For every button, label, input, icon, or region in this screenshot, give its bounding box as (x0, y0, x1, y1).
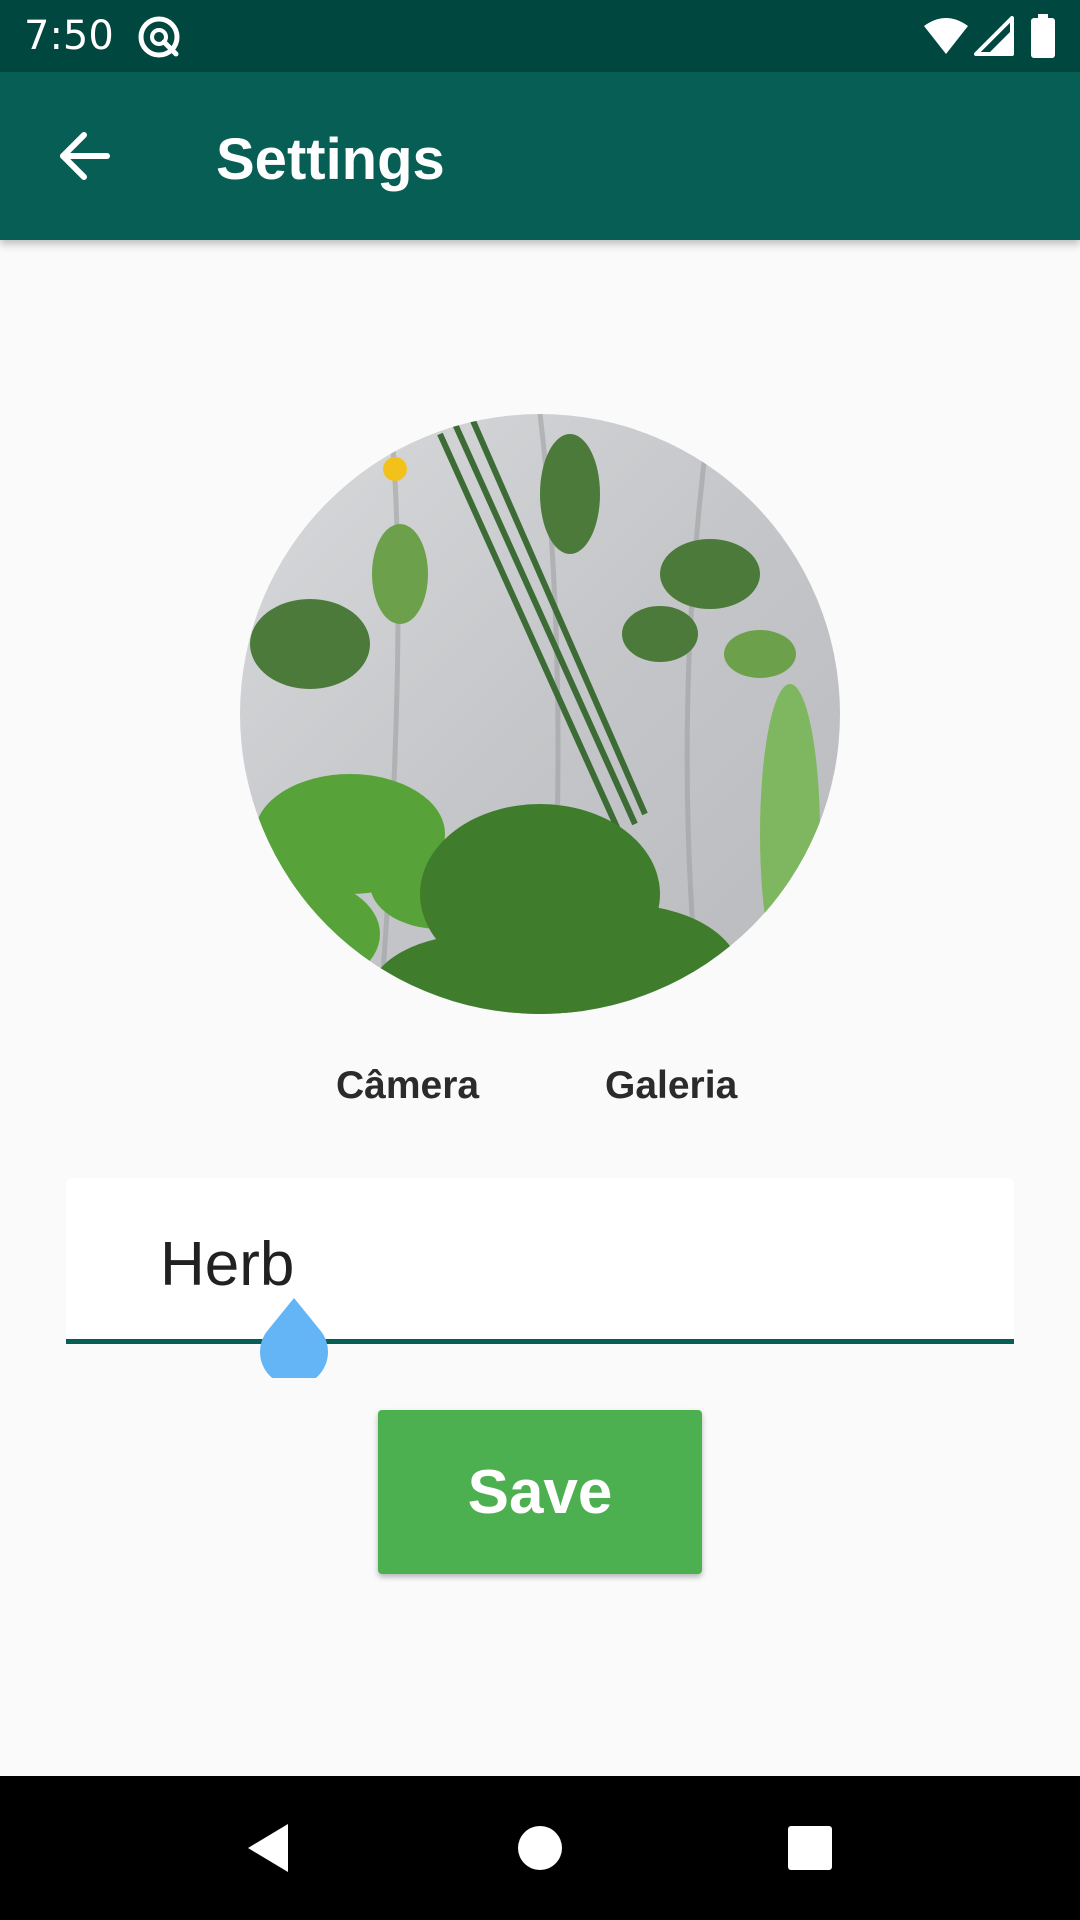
cell-signal-icon (974, 16, 1014, 56)
navigation-bar (0, 1776, 1080, 1920)
arrow-back-icon (60, 132, 110, 180)
save-button[interactable]: Save (378, 1410, 702, 1574)
page-title: Settings (216, 127, 445, 192)
plant-photo-image (240, 414, 840, 1014)
status-time: 7:50 (24, 13, 114, 59)
battery-icon (1031, 14, 1055, 58)
input-underline (66, 1339, 1014, 1344)
wifi-icon (924, 18, 968, 54)
back-button[interactable] (44, 120, 124, 192)
status-bar: 7:50 (0, 0, 1080, 72)
nav-recents-icon[interactable] (774, 1812, 846, 1884)
app-bar: Settings (0, 72, 1080, 240)
plant-photo[interactable] (240, 414, 840, 1014)
gallery-button[interactable]: Galeria (597, 1058, 745, 1114)
plant-name-field (66, 1178, 1014, 1344)
plant-name-input[interactable] (160, 1224, 980, 1304)
text-cursor-handle-icon[interactable] (260, 1296, 328, 1378)
app-notification-icon (138, 16, 180, 58)
nav-home-icon[interactable] (504, 1812, 576, 1884)
camera-button[interactable]: Câmera (328, 1058, 487, 1114)
nav-back-icon[interactable] (232, 1812, 304, 1884)
